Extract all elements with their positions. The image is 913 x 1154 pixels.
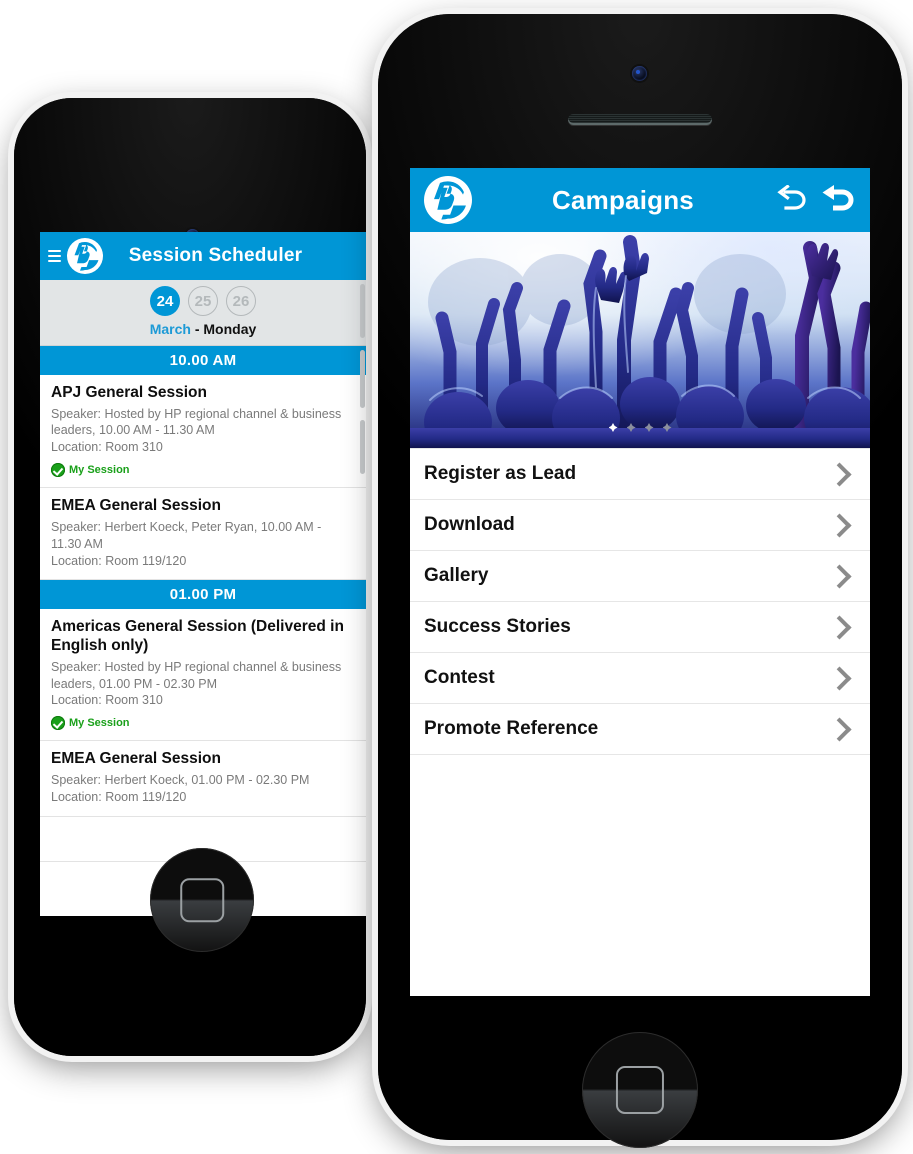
earpiece-speaker [568,114,712,125]
my-session-badge: My Session [51,463,355,478]
header-actions [774,184,856,215]
day-pill-26[interactable]: 26 [226,286,256,316]
scrollbar-thumb[interactable] [360,420,365,474]
page-title: Campaigns [552,184,694,215]
day-pill-24[interactable]: 24 [150,286,180,316]
session-row[interactable]: EMEA General Session Speaker: Herbert Ko… [40,741,366,817]
menu-item-label: Download [424,514,515,535]
campaigns-header: Campaigns [410,168,870,232]
menu-item-gallery[interactable]: Gallery [410,551,870,602]
selected-date-label: March - Monday [40,321,366,337]
my-session-label: My Session [69,464,130,477]
menu-item-promote-reference[interactable]: Promote Reference [410,704,870,755]
campaign-banner-image[interactable] [410,232,870,448]
session-title: EMEA General Session [51,497,221,515]
carousel-dot-4[interactable] [662,423,672,432]
home-square-icon [180,878,224,922]
carousel-dot-1[interactable] [608,423,618,432]
month-label: March [149,321,191,337]
home-button[interactable] [150,848,254,952]
day-pill-list: 24 25 26 [40,286,366,316]
home-button[interactable] [582,1032,698,1148]
undo-arrow-icon[interactable] [774,184,808,215]
back-arrow-icon[interactable] [820,185,856,215]
chevron-right-icon [827,716,852,742]
menu-item-label: Gallery [424,565,489,586]
session-row[interactable]: APJ General Session Speaker: Hosted by H… [40,375,366,489]
session-title: EMEA General Session [51,750,221,768]
menu-item-label: Contest [424,667,495,688]
chevron-right-icon [827,563,852,589]
left-phone-device: Session Scheduler 24 25 26 March - Monda… [8,92,372,1062]
chevron-right-icon [827,614,852,640]
menu-item-download[interactable]: Download [410,500,870,551]
check-circle-icon [51,716,65,731]
check-circle-icon [51,463,65,478]
hp-logo [424,176,472,224]
page-title: Session Scheduler [128,245,303,266]
scrollbar-thumb[interactable] [360,350,365,408]
session-title: Americas General Session (Delivered in E… [51,618,344,655]
time-group-header: 01.00 PM [40,580,366,610]
session-row[interactable]: EMEA General Session Speaker: Herbert Ko… [40,488,366,581]
menu-item-label: Promote Reference [424,718,599,739]
hamburger-icon[interactable] [48,250,61,263]
menu-item-label: Success Stories [424,616,571,637]
session-location: Location: Room 119/120 [51,553,187,568]
menu-item-label: Register as Lead [424,463,577,484]
session-row[interactable]: Americas General Session (Delivered in E… [40,609,366,742]
menu-item-contest[interactable]: Contest [410,653,870,704]
my-session-label: My Session [69,717,130,730]
front-camera-icon [632,66,647,81]
session-speaker: Speaker: Hosted by HP regional channel &… [51,406,342,438]
chevron-right-icon [827,665,852,691]
carousel-dot-2[interactable] [626,423,636,432]
home-square-icon [615,1065,665,1115]
scrollbar-thumb[interactable] [360,284,365,338]
session-title: APJ General Session [51,384,207,401]
carousel-dots [410,423,870,432]
session-scheduler-header: Session Scheduler [40,232,366,280]
hp-logo [67,238,103,274]
date-selector: 24 25 26 March - Monday [40,280,366,346]
menu-item-success-stories[interactable]: Success Stories [410,602,870,653]
menu-item-register-as-lead[interactable]: Register as Lead [410,449,870,500]
session-location: Location: Room 310 [51,440,163,455]
right-phone-screen: Campaigns Register as Lead Download Gall… [410,168,870,996]
session-speaker: Speaker: Hosted by HP regional channel &… [51,659,342,691]
carousel-dot-3[interactable] [644,423,654,432]
session-location: Location: Room 119/120 [51,789,187,804]
weekday-label: - Monday [194,321,257,337]
left-phone-screen: Session Scheduler 24 25 26 March - Monda… [40,232,366,916]
chevron-right-icon [827,512,852,538]
right-phone-device: Campaigns Register as Lead Download Gall… [372,8,908,1148]
session-speaker: Speaker: Herbert Koeck, 01.00 PM - 02.30… [51,772,310,787]
time-group-header: 10.00 AM [40,346,366,375]
session-location: Location: Room 310 [51,693,163,708]
day-pill-25[interactable]: 25 [188,286,218,316]
session-speaker: Speaker: Herbert Koeck, Peter Ryan, 10.0… [51,519,322,551]
chevron-right-icon [827,461,852,487]
my-session-badge: My Session [51,716,355,731]
campaign-menu-list: Register as Lead Download Gallery Succes… [410,448,870,755]
